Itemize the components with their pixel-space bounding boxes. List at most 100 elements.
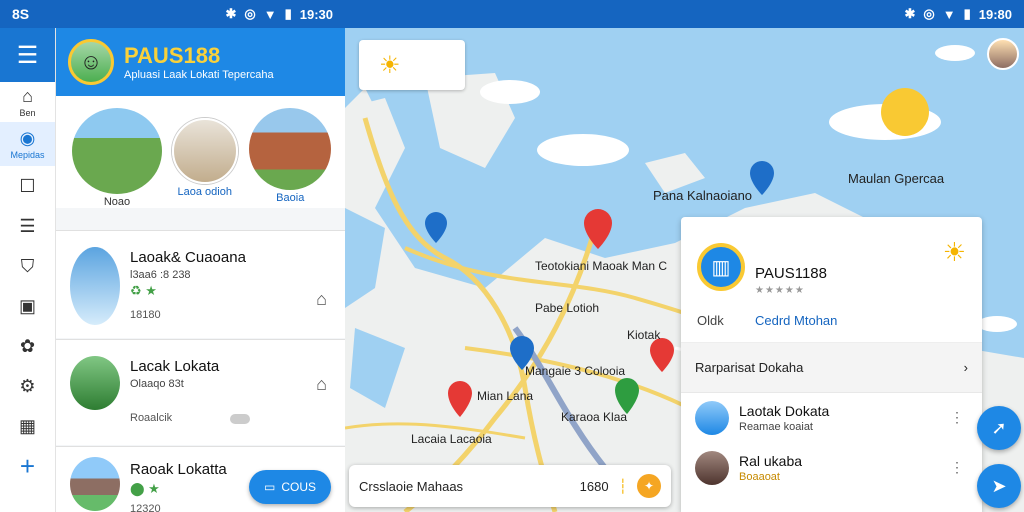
location-icon[interactable]: ✦ (637, 474, 661, 498)
rail-item-settings[interactable]: ⚙ (0, 366, 55, 406)
add-button[interactable]: + (0, 446, 55, 486)
featured-locations: Noao Laoa odioh Baoia (56, 96, 345, 208)
map-label: Lacaia Lacaoia (411, 432, 492, 446)
location-thumbnail (695, 451, 729, 485)
rail-item-image[interactable]: ▣ (0, 286, 55, 326)
rating-stars: ★★★★★ (755, 285, 805, 296)
more-options-icon[interactable]: ⋮ (950, 459, 964, 476)
sun-icon: ☀ (379, 51, 401, 79)
gear-icon: ⚙ (19, 375, 36, 396)
list-item-meta: Roaalcik (130, 412, 173, 424)
rail-item-calendar[interactable]: ▦ (0, 406, 55, 446)
status-time: 19:30 (299, 6, 333, 22)
more-options-icon[interactable]: ⋮ (950, 409, 964, 426)
navigate-button[interactable]: ➤ (977, 464, 1021, 508)
calendar-icon: ▦ (18, 415, 36, 436)
featured-label: Baoia (276, 192, 305, 204)
compass-icon: ◉ (19, 128, 36, 148)
map-label: Pana Kalnaoiano (653, 188, 753, 203)
rail-item-square[interactable]: ☐ (0, 166, 55, 206)
navigate-icon: ➤ (991, 475, 1007, 496)
map-label: Karaoa Klaa (561, 410, 628, 424)
list-item-title: Laoak& Cuaoana (130, 249, 246, 266)
map-label: Mian Lana (477, 389, 534, 403)
alarm-icon: ◎ (923, 6, 935, 21)
location-photo (72, 108, 162, 194)
list-item-title: Ral ukaba (739, 453, 803, 469)
location-photo (249, 108, 332, 190)
list-item[interactable]: Ral ukaba Boaaoat ⋮ (681, 443, 982, 493)
rail-item-label: Mepidas (10, 150, 45, 160)
list-item-meta: 18180 (130, 309, 161, 321)
list-item-title: Raoak Lokatta (130, 461, 227, 478)
pin-icon: ⬤ ★ (130, 481, 160, 496)
toggle-switch[interactable] (230, 414, 250, 424)
cous-button-label: COUS (281, 480, 316, 494)
list-item-title: Lacak Lokata (130, 358, 220, 375)
home-outline-icon: ⌂ (22, 86, 33, 106)
featured-label: Noao (103, 196, 131, 208)
location-info-card: ▥ PAUS1188 ★★★★★ Oldk Cedrd Mtohan ☀ Rar… (681, 217, 982, 512)
map-label: Maulan Gpercaa (848, 171, 945, 186)
list-item[interactable]: Lacak Lokata Olaaqo 83t Roaalcik ⌂ (56, 339, 345, 445)
info-link[interactable]: Cedrd Mtohan (755, 313, 837, 328)
cous-button[interactable]: ▭ COUS (249, 470, 331, 504)
search-text: Crsslaoie Mahaas (359, 478, 464, 494)
brand-subtitle: Apluasi Laak Lokati Tepercaha (124, 69, 274, 81)
pin-icon: ┆ (618, 477, 627, 494)
square-icon: ☐ (19, 175, 36, 196)
featured-item[interactable]: Noao (72, 108, 162, 208)
nav-rail: ☰ ⌂ Ben ◉ Mepidas ☐ ☰ ⛉ ▣ ✿ ⚙ ▦ + (0, 28, 56, 512)
info-header: ▥ PAUS1188 ★★★★★ Oldk Cedrd Mtohan ☀ (681, 217, 982, 343)
menu-icon[interactable]: ☰ (0, 28, 55, 82)
home-icon[interactable]: ⌂ (316, 289, 327, 310)
info-section-row[interactable]: Rarparisat Dokaha › (681, 343, 982, 393)
list-item-subtitle: Boaaoat (739, 471, 780, 483)
bluetooth-icon: ✱ (225, 6, 237, 21)
info-title: PAUS1188 (755, 265, 827, 282)
weather-widget[interactable]: ☀ (359, 40, 465, 90)
rail-item-home[interactable]: ⌂ Ben (0, 82, 55, 122)
map-label: Pabe Lotioh (535, 301, 600, 315)
rail-item-maps[interactable]: ◉ Mepidas (0, 122, 55, 166)
location-search-bar[interactable]: Crsslaoie Mahaas 1680 ┆ ✦ (349, 465, 671, 507)
wifi-icon: ▼ (942, 6, 956, 22)
recycle-icon: ♻ ★ (130, 283, 157, 298)
location-thumbnail (695, 401, 729, 435)
status-icons: ✱ ◎ ▼ ▮ 19:30 (225, 6, 333, 22)
rail-item-palette[interactable]: ✿ (0, 326, 55, 366)
list-item-subtitle: l3aa6 :8 238 (130, 269, 191, 281)
side-panel: ☺ PAUS188 Apluasi Laak Lokati Tepercaha … (56, 28, 345, 512)
info-label: Oldk (697, 313, 724, 328)
list-item-meta: 12320 (130, 503, 161, 512)
rail-item-list[interactable]: ☰ (0, 206, 55, 246)
avatar[interactable]: ☺ (68, 39, 114, 85)
list-item[interactable]: Laotak Dokata Reamae koaiat ⋮ (681, 393, 982, 443)
brand-title: PAUS188 (124, 43, 221, 68)
status-time: 19:80 (978, 6, 1012, 22)
building-icon: ▥ (697, 243, 745, 291)
featured-item[interactable]: Baoia (248, 108, 334, 208)
map-label: Kiotak (627, 328, 661, 342)
status-label: 8S (12, 6, 30, 22)
home-icon[interactable]: ⌂ (316, 374, 327, 395)
location-photo (171, 118, 238, 184)
featured-label: Laoa odioh (177, 186, 232, 198)
status-bar-left: 8S ✱ ◎ ▼ ▮ 19:30 (0, 0, 345, 28)
directions-button[interactable]: ➚ (977, 406, 1021, 450)
list-item[interactable]: Laoak& Cuaoana l3aa6 :8 238 ♻ ★ 18180 ⌂ (56, 230, 345, 338)
avatar[interactable] (987, 38, 1019, 70)
status-bar-right: ✱ ◎ ▼ ▮ 19:80 (345, 0, 1024, 28)
list-item-title: Laotak Dokata (739, 403, 830, 419)
featured-item[interactable]: Laoa odioh (162, 108, 248, 208)
map-view[interactable]: ☀ Pana Kalnaoiano Maulan Gpercaa Teotoki… (345, 28, 1024, 512)
plus-icon: + (19, 450, 36, 481)
panel-header: ☺ PAUS188 Apluasi Laak Lokati Tepercaha (56, 28, 345, 96)
rail-item-shield[interactable]: ⛉ (0, 246, 55, 286)
location-thumbnail (70, 457, 120, 511)
chat-icon: ▭ (263, 480, 276, 494)
map-label: Mangaie 3 Colooia (525, 364, 626, 378)
weather-icon: ☀ (942, 237, 966, 267)
palette-icon: ✿ (19, 335, 36, 356)
location-thumbnail (70, 356, 120, 410)
